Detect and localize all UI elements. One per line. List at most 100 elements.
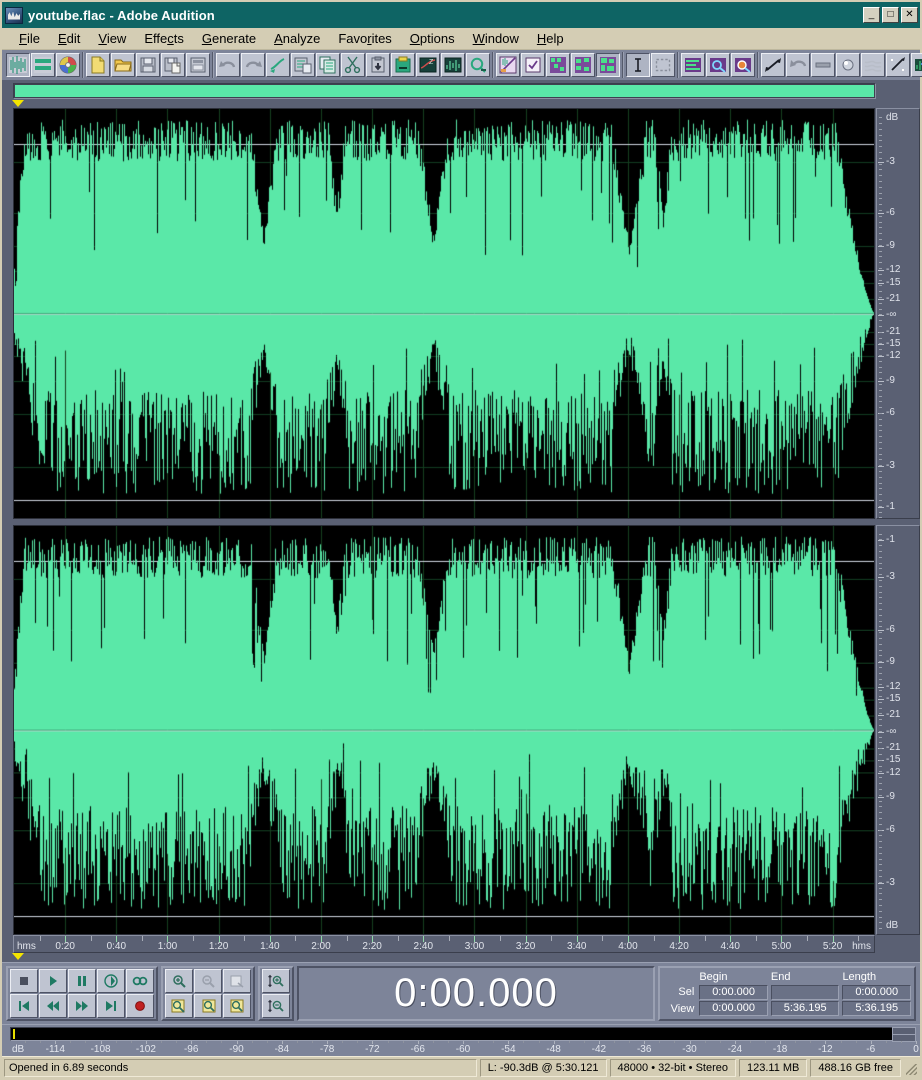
new-file-icon[interactable] [86, 53, 110, 77]
fast-forward-button[interactable] [68, 994, 96, 1018]
zoom-in-vertically-button[interactable] [262, 969, 290, 993]
overview-range-bar[interactable] [15, 85, 874, 97]
record-button[interactable] [126, 994, 154, 1018]
db-unit-label: dB [886, 112, 899, 123]
db-minor-tick [879, 169, 882, 171]
multitrack-view-icon[interactable] [31, 53, 55, 77]
spectral-3-icon[interactable] [596, 53, 620, 77]
menu-item-edit[interactable]: Edit [49, 29, 89, 48]
menu-item-generate[interactable]: Generate [193, 29, 265, 48]
paste-icon[interactable] [366, 53, 390, 77]
rewind-button[interactable] [39, 994, 67, 1018]
close-button[interactable]: ✕ [901, 7, 918, 23]
time-label-3-20: 3:20 [515, 941, 536, 952]
sel-end-field[interactable] [770, 984, 840, 1000]
meter-minor-tick [674, 1041, 676, 1043]
time-selection-icon[interactable] [626, 53, 650, 77]
menu-item-window[interactable]: Window [464, 29, 528, 48]
play-looped-button[interactable] [126, 969, 154, 993]
db-minor-tick [879, 273, 882, 275]
zoom-to-selection-button[interactable] [223, 994, 251, 1018]
resize-grip[interactable] [904, 1060, 918, 1076]
heal-selection-icon[interactable] [911, 53, 922, 77]
paintbrush-icon[interactable] [861, 53, 885, 77]
pause-button[interactable] [68, 969, 96, 993]
zoom-in-horizontally-button[interactable] [165, 969, 193, 993]
trim-icon[interactable]: Z [416, 53, 440, 77]
spectral-1-icon[interactable] [546, 53, 570, 77]
noise-reduction-icon[interactable] [441, 53, 465, 77]
cut-icon[interactable] [341, 53, 365, 77]
spectral-pan-icon[interactable] [731, 53, 755, 77]
current-time-display[interactable]: 0:00.000 [297, 966, 655, 1021]
db-minor-tick [879, 465, 882, 467]
menu-item-options[interactable]: Options [401, 29, 464, 48]
cd-view-icon[interactable] [56, 53, 80, 77]
amplitude-graph-icon[interactable] [496, 53, 520, 77]
marquee-selection-icon[interactable] [651, 53, 675, 77]
zoom-out-horizontally-button[interactable] [194, 969, 222, 993]
maximize-button[interactable]: □ [882, 7, 899, 23]
repair-transient-icon[interactable] [266, 53, 290, 77]
left-channel-db-ruler[interactable]: -3 -6 -9 -12 -15 -21 -∞ -21 -15 -12 -9 -6 -3 -1 dB [876, 108, 920, 519]
spectral-frequency-icon[interactable] [706, 53, 730, 77]
lasso-undo-icon[interactable] [786, 53, 810, 77]
level-meter-display[interactable] [10, 1027, 916, 1042]
waveform-view-icon[interactable] [6, 53, 30, 77]
horizontal-range-overview[interactable] [13, 83, 876, 99]
checkbox-tool-icon[interactable] [521, 53, 545, 77]
time-ruler[interactable]: 0:20 0:40 1:00 1:20 1:40 2:00 2:20 2:40 3:00 3:20… [13, 935, 875, 953]
spectral-2-icon[interactable] [571, 53, 595, 77]
menu-item-view[interactable]: View [89, 29, 135, 48]
menu-item-analyze[interactable]: Analyze [265, 29, 329, 48]
spot-healing-brush-icon[interactable] [836, 53, 860, 77]
go-to-end-button[interactable] [97, 994, 125, 1018]
move-tool-icon[interactable] [761, 53, 785, 77]
meter-clip-indicators[interactable] [892, 1027, 916, 1042]
menu-item-effects[interactable]: Effects [135, 29, 193, 48]
save-as-icon[interactable] [161, 53, 185, 77]
mix-paste-icon[interactable] [291, 53, 315, 77]
undo-icon[interactable] [216, 53, 240, 77]
menu-item-file[interactable]: File [10, 29, 49, 48]
waveform-display-icon[interactable] [681, 53, 705, 77]
db-minor-tick [879, 771, 882, 773]
view-begin-field[interactable]: 0:00.000 [699, 1001, 768, 1017]
time-tick [244, 936, 246, 941]
copy-icon[interactable] [316, 53, 340, 77]
menu-item-help[interactable]: Help [528, 29, 573, 48]
start-cue-marker[interactable] [12, 100, 24, 107]
magic-wand-icon[interactable] [886, 53, 910, 77]
play-from-cursor-button[interactable] [97, 969, 125, 993]
db-minor-tick [879, 759, 882, 761]
open-file-icon[interactable] [111, 53, 135, 77]
zoom-to-selection-left-button[interactable] [165, 994, 193, 1018]
stop-button[interactable] [10, 969, 38, 993]
db-tick-neg1: -1 [877, 534, 919, 545]
meter-minor-tick [357, 1041, 359, 1043]
rectangle-marquee-icon[interactable] [811, 53, 835, 77]
save-file-icon[interactable] [136, 53, 160, 77]
sel-length-field[interactable]: 0:00.000 [842, 984, 912, 1000]
right-channel-waveform[interactable] [13, 524, 875, 935]
close-file-icon[interactable] [186, 53, 210, 77]
view-end-field[interactable]: 5:36.195 [770, 1001, 840, 1017]
redo-icon[interactable] [241, 53, 265, 77]
zoom-out-vertically-button[interactable] [262, 994, 290, 1018]
paste-to-new-icon[interactable] [391, 53, 415, 77]
go-to-beginning-button[interactable] [10, 994, 38, 1018]
sel-begin-field[interactable]: 0:00.000 [699, 984, 768, 1000]
view-length-field[interactable]: 5:36.195 [842, 1001, 912, 1017]
zoom-to-selection-right-button[interactable] [194, 994, 222, 1018]
end-cue-marker[interactable] [12, 953, 24, 960]
meter-minor-tick [629, 1041, 631, 1043]
db-minor-tick [879, 696, 882, 698]
find-beats-icon[interactable] [466, 53, 490, 77]
zoom-out-full-both-axes-button[interactable] [223, 969, 251, 993]
left-channel-waveform[interactable] [13, 108, 875, 519]
channel-panes: -3 -6 -9 -12 -15 -21 -∞ -21 -15 -12 -9 -6 -3 -1 dB -1-… [2, 108, 920, 935]
right-channel-db-ruler[interactable]: -1 -3 -6 -9 -12 -15 -21 -∞ -21 -15 -12 -9 -6 -3 dB [876, 524, 920, 935]
minimize-button[interactable]: _ [863, 7, 880, 23]
play-button[interactable] [39, 969, 67, 993]
menu-item-favorites[interactable]: Favorites [329, 29, 400, 48]
